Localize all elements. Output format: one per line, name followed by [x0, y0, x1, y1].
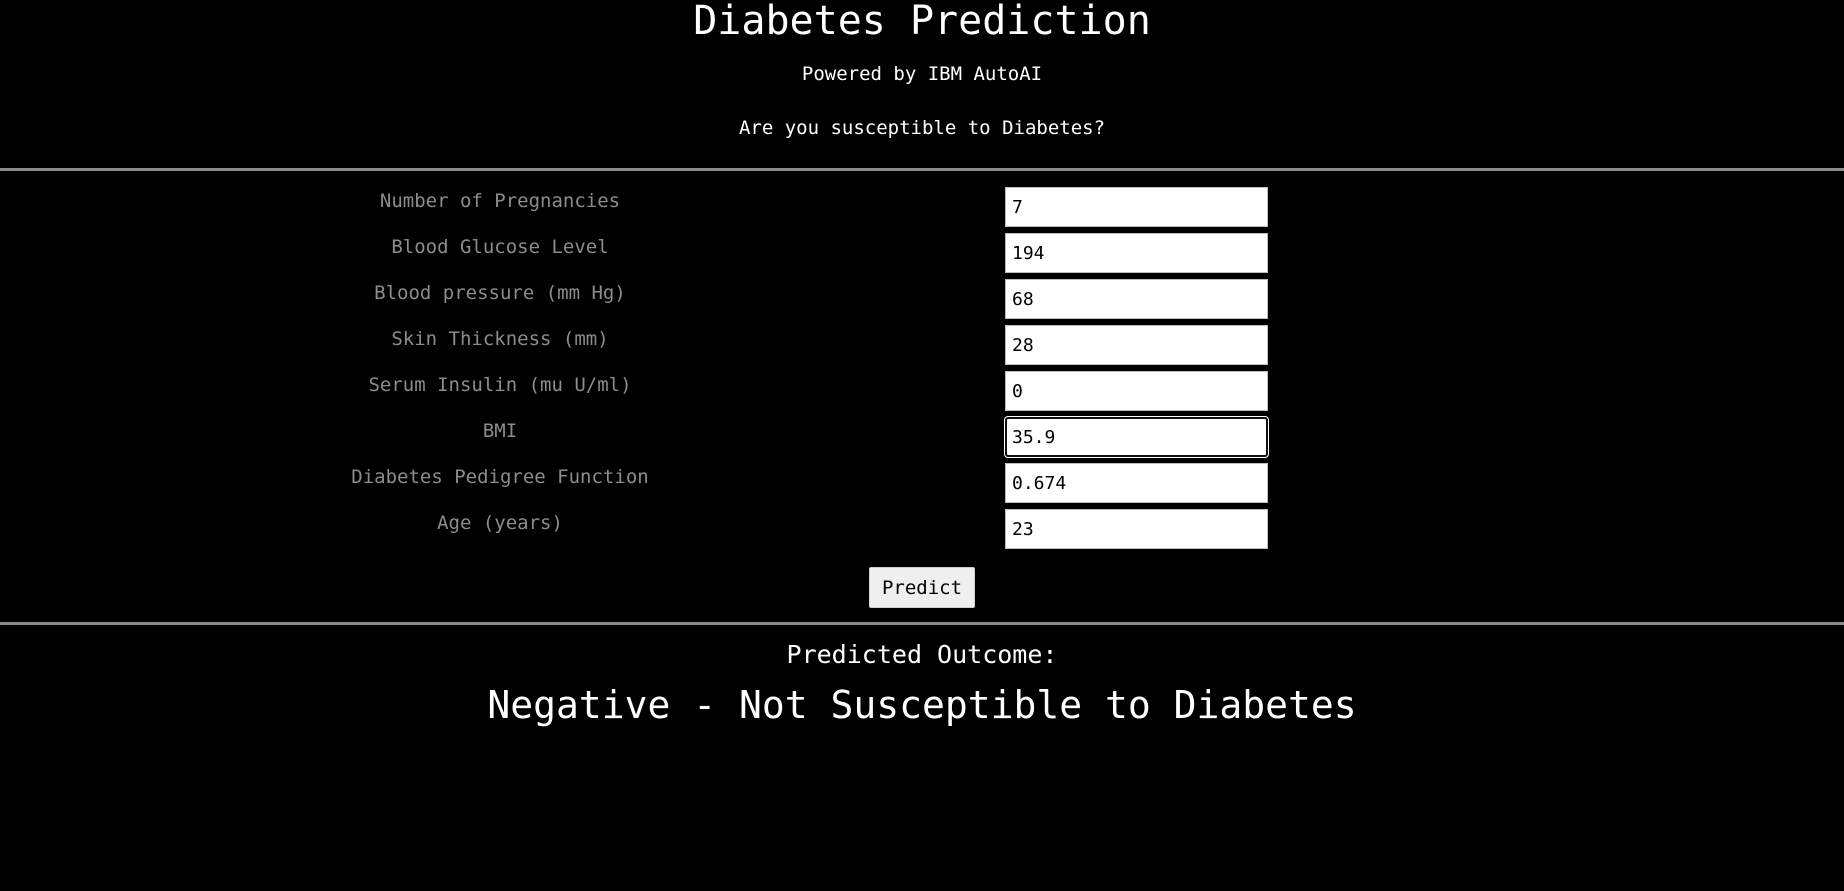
pedigree-input[interactable] — [1005, 463, 1268, 503]
pregnancies-input[interactable] — [1005, 187, 1268, 227]
pregnancies-label: Number of Pregnancies — [379, 190, 621, 212]
age-label: Age (years) — [437, 512, 563, 534]
glucose-input[interactable] — [1005, 233, 1268, 273]
form-row-age: Age (years) — [0, 509, 1844, 549]
skin-thickness-label: Skin Thickness (mm) — [391, 328, 609, 350]
insulin-input[interactable] — [1005, 371, 1268, 411]
page-title: Diabetes Prediction — [693, 0, 1151, 44]
form-row-pregnancies: Number of Pregnancies — [0, 187, 1844, 227]
top-divider — [0, 168, 1844, 171]
predict-button[interactable]: Predict — [869, 567, 975, 608]
blood-pressure-input[interactable] — [1005, 279, 1268, 319]
form-row-pedigree: Diabetes Pedigree Function — [0, 463, 1844, 503]
form-row-insulin: Serum Insulin (mu U/ml) — [0, 371, 1844, 411]
powered-by-text: Powered by IBM AutoAI — [801, 63, 1043, 85]
form-row-glucose: Blood Glucose Level — [0, 233, 1844, 273]
question-text: Are you susceptible to Diabetes? — [738, 117, 1106, 139]
form-row-skin-thickness: Skin Thickness (mm) — [0, 325, 1844, 365]
outcome-label: Predicted Outcome: — [786, 640, 1058, 669]
glucose-label: Blood Glucose Level — [391, 236, 609, 258]
pedigree-label: Diabetes Pedigree Function — [351, 466, 649, 488]
skin-thickness-input[interactable] — [1005, 325, 1268, 365]
outcome-value: Negative - Not Susceptible to Diabetes — [487, 683, 1357, 727]
bottom-divider — [0, 622, 1844, 625]
bmi-input[interactable] — [1005, 417, 1268, 457]
age-input[interactable] — [1005, 509, 1268, 549]
form-row-bmi: BMI — [0, 417, 1844, 457]
insulin-label: Serum Insulin (mu U/ml) — [368, 374, 632, 396]
blood-pressure-label: Blood pressure (mm Hg) — [374, 282, 626, 304]
bmi-label: BMI — [482, 420, 518, 442]
form-row-blood-pressure: Blood pressure (mm Hg) — [0, 279, 1844, 319]
